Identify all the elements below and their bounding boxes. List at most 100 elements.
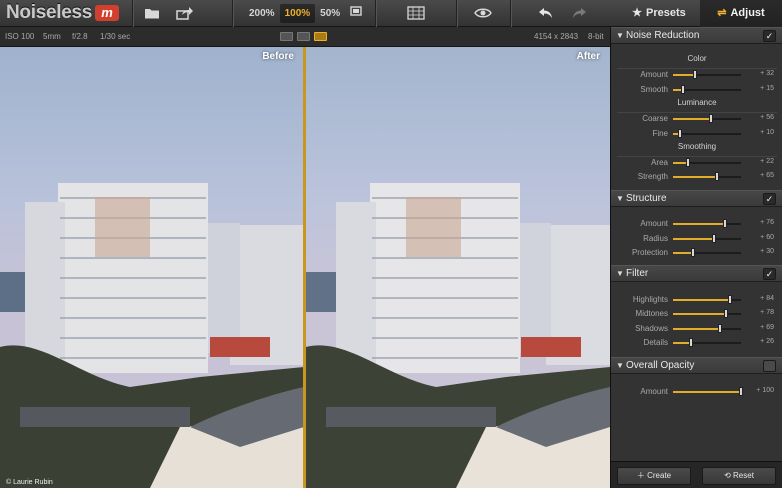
plus-icon: ＋ bbox=[636, 471, 648, 480]
slider-track[interactable] bbox=[673, 158, 741, 167]
view-mode-toggles bbox=[280, 32, 327, 41]
slider-thumb[interactable] bbox=[681, 85, 686, 94]
section-filter[interactable]: ▼ Filter ✓ bbox=[611, 265, 782, 282]
slider-row[interactable]: Shadows + 69 bbox=[611, 323, 782, 335]
section-overall-opacity[interactable]: ▼ Overall Opacity bbox=[611, 357, 782, 374]
image-viewer[interactable]: Before © Laurie Rubin After bbox=[0, 47, 610, 488]
undo-icon[interactable] bbox=[538, 6, 554, 20]
side-by-side-view-toggle[interactable] bbox=[297, 32, 310, 41]
single-view-toggle[interactable] bbox=[280, 32, 293, 41]
slider-fill bbox=[673, 328, 720, 330]
image-dimensions: 4154 x 2843 bbox=[534, 32, 579, 41]
zoom-fit-button[interactable] bbox=[345, 4, 367, 23]
tab-presets[interactable]: ★ Presets bbox=[618, 0, 700, 27]
section-structure[interactable]: ▼ Structure ✓ bbox=[611, 190, 782, 207]
tab-adjust[interactable]: ⇌ Adjust bbox=[700, 0, 782, 27]
slider-value: + 78 bbox=[760, 309, 774, 316]
split-view-toggle[interactable] bbox=[314, 32, 327, 41]
slider-track[interactable] bbox=[673, 248, 741, 257]
slider-track[interactable] bbox=[673, 309, 741, 318]
slider-track[interactable] bbox=[673, 114, 741, 123]
slider-row[interactable]: Amount + 76 bbox=[611, 218, 782, 230]
compare-grid-icon[interactable] bbox=[407, 6, 425, 20]
redo-icon[interactable] bbox=[571, 6, 587, 20]
compare-divider-handle[interactable] bbox=[303, 47, 306, 488]
slider-track[interactable] bbox=[673, 338, 741, 347]
create-label: Create bbox=[647, 471, 672, 480]
slider-row[interactable]: Area + 22 bbox=[611, 157, 782, 169]
aperture-value: f/2.8 bbox=[72, 32, 88, 41]
slider-row[interactable]: Protection + 30 bbox=[611, 247, 782, 259]
slider-row[interactable]: Details + 26 bbox=[611, 337, 782, 349]
slider-row[interactable]: Coarse + 56 bbox=[611, 113, 782, 125]
reset-icon: ⟲ bbox=[724, 471, 734, 480]
slider-thumb[interactable] bbox=[717, 324, 722, 333]
slider-track[interactable] bbox=[673, 387, 743, 396]
slider-track[interactable] bbox=[673, 70, 741, 79]
slider-row[interactable]: Radius + 60 bbox=[611, 233, 782, 245]
reset-button[interactable]: ⟲ Reset bbox=[702, 467, 776, 485]
slider-track[interactable] bbox=[673, 324, 741, 333]
create-preset-button[interactable]: ＋ Create bbox=[617, 467, 691, 485]
slider-track[interactable] bbox=[673, 295, 741, 304]
collapse-triangle-icon[interactable]: ▼ bbox=[616, 361, 624, 370]
slider-row[interactable]: Strength + 65 bbox=[611, 171, 782, 183]
bit-depth: 8-bit bbox=[588, 32, 604, 41]
slider-row[interactable]: Smooth + 15 bbox=[611, 84, 782, 96]
noise-reduction-checkbox[interactable]: ✓ bbox=[763, 30, 776, 42]
zoom-100-button[interactable]: 100% bbox=[279, 4, 316, 23]
slider-thumb[interactable] bbox=[691, 248, 696, 257]
slider-thumb[interactable] bbox=[685, 158, 690, 167]
collapse-triangle-icon[interactable]: ▼ bbox=[616, 194, 624, 203]
slider-track[interactable] bbox=[673, 234, 741, 243]
toolbar-separator bbox=[232, 0, 233, 27]
slider-thumb[interactable] bbox=[688, 338, 693, 347]
slider-thumb[interactable] bbox=[692, 70, 697, 79]
slider-label: Midtones bbox=[635, 309, 668, 318]
slider-label: Smooth bbox=[640, 85, 668, 94]
top-toolbar: Noiseless m 200% 100% 50% ★ Presets ⇌ Ad… bbox=[0, 0, 782, 27]
slider-value: + 65 bbox=[760, 172, 774, 179]
after-label: After bbox=[576, 51, 600, 62]
slider-thumb[interactable] bbox=[677, 129, 682, 138]
slider-thumb[interactable] bbox=[709, 114, 714, 123]
section-noise-reduction[interactable]: ▼ Noise Reduction ✓ bbox=[611, 27, 782, 44]
slider-track[interactable] bbox=[673, 85, 741, 94]
slider-thumb[interactable] bbox=[728, 295, 733, 304]
slider-row[interactable]: Amount + 100 bbox=[611, 386, 782, 398]
noiseless-app: Noiseless m 200% 100% 50% ★ Presets ⇌ Ad… bbox=[0, 0, 782, 488]
folder-icon[interactable] bbox=[144, 6, 160, 20]
eye-icon[interactable] bbox=[474, 6, 492, 20]
after-photo bbox=[306, 47, 610, 488]
slider-thumb[interactable] bbox=[739, 387, 743, 396]
zoom-50-button[interactable]: 50% bbox=[315, 4, 345, 23]
slider-fill bbox=[673, 252, 694, 254]
overall-opacity-checkbox[interactable] bbox=[763, 360, 776, 372]
slider-track[interactable] bbox=[673, 219, 741, 228]
slider-fill bbox=[673, 118, 712, 120]
collapse-triangle-icon[interactable]: ▼ bbox=[616, 31, 624, 40]
slider-value: + 15 bbox=[760, 85, 774, 92]
filter-checkbox[interactable]: ✓ bbox=[763, 268, 776, 280]
before-photo bbox=[0, 47, 304, 488]
slider-thumb[interactable] bbox=[724, 309, 729, 318]
slider-fill bbox=[673, 223, 725, 225]
slider-fill bbox=[673, 391, 741, 393]
group-label-luminance: Luminance bbox=[677, 98, 717, 107]
zoom-200-button[interactable]: 200% bbox=[244, 4, 280, 23]
slider-fill bbox=[673, 74, 695, 76]
collapse-triangle-icon[interactable]: ▼ bbox=[616, 269, 624, 278]
slider-row[interactable]: Amount + 32 bbox=[611, 69, 782, 81]
share-icon[interactable] bbox=[176, 6, 194, 20]
slider-track[interactable] bbox=[673, 129, 741, 138]
slider-row[interactable]: Highlights + 84 bbox=[611, 294, 782, 306]
macphun-logo-button[interactable]: m bbox=[95, 5, 119, 21]
slider-thumb[interactable] bbox=[715, 172, 720, 181]
slider-track[interactable] bbox=[673, 172, 741, 181]
slider-row[interactable]: Fine + 10 bbox=[611, 128, 782, 140]
slider-thumb[interactable] bbox=[722, 219, 727, 228]
structure-checkbox[interactable]: ✓ bbox=[763, 193, 776, 205]
shutter-speed-value: 1/30 sec bbox=[100, 32, 131, 41]
slider-thumb[interactable] bbox=[711, 234, 716, 243]
slider-row[interactable]: Midtones + 78 bbox=[611, 308, 782, 320]
